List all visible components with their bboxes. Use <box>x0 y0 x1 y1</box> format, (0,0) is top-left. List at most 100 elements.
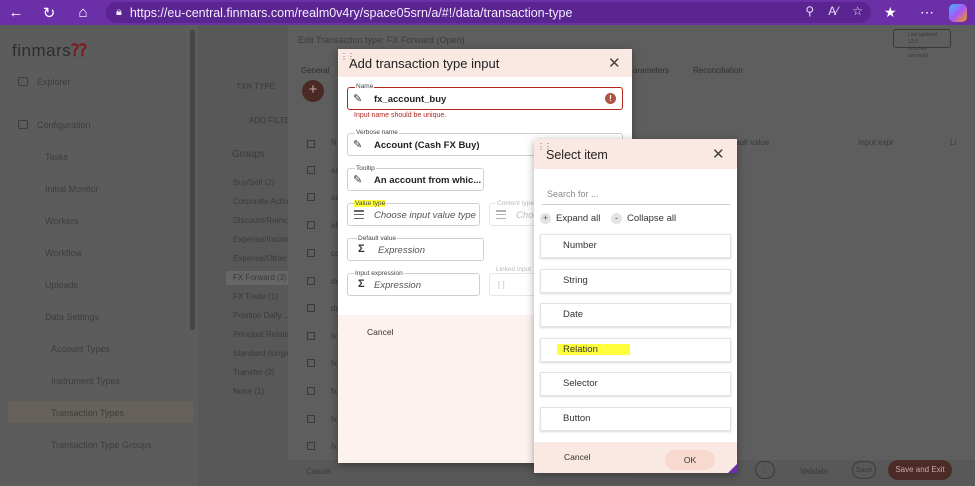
group-item[interactable]: Discount/Reinv... <box>233 216 293 225</box>
url-text: https://eu-central.finmars.com/realm0v4r… <box>129 5 573 20</box>
list-item-number[interactable]: Number <box>540 234 731 258</box>
row-checkbox[interactable] <box>307 277 315 285</box>
collapse-all-button[interactable]: - Collapse all <box>611 213 676 224</box>
explorer-icon <box>18 77 28 86</box>
group-item[interactable]: Buy/Sell (2) <box>233 178 274 187</box>
list-item-relation[interactable]: Relation <box>540 338 731 362</box>
sidebar-item-account-types[interactable]: Account Types <box>51 344 110 354</box>
input-expression-placeholder[interactable]: Expression <box>374 280 421 291</box>
save-button[interactable]: Save <box>852 461 876 479</box>
select-all-checkbox[interactable] <box>307 140 315 148</box>
row-checkbox[interactable] <box>307 442 315 450</box>
home-icon[interactable]: ⌂ <box>70 0 96 25</box>
row-checkbox[interactable] <box>307 304 315 312</box>
list-item-label: Selector <box>563 378 598 389</box>
group-item[interactable]: None (1) <box>233 387 264 396</box>
tab-parameters[interactable]: arameters <box>633 66 669 75</box>
group-item[interactable]: FX Forward (3) <box>233 273 287 282</box>
input-expression-label: Input expression <box>354 270 404 277</box>
list-item-date[interactable]: Date <box>540 303 731 327</box>
save-and-exit-button[interactable]: Save and Exit <box>888 460 952 480</box>
sidebar-item-configuration[interactable]: Configuration <box>37 120 91 130</box>
tab-reconciliation[interactable]: Reconciliation <box>693 66 743 75</box>
back-icon[interactable]: ← <box>3 0 29 25</box>
row-checkbox[interactable] <box>307 221 315 229</box>
name-value[interactable]: fx_account_buy <box>374 94 446 105</box>
read-aloud-icon[interactable]: A⁄ <box>828 4 838 18</box>
expand-all-label: Expand all <box>556 213 601 224</box>
favorite-star-icon[interactable]: ☆ <box>852 4 863 18</box>
sidebar-item-transaction-types[interactable]: Transaction Types <box>51 408 124 418</box>
pencil-icon: ✎ <box>353 139 363 151</box>
sidebar-item-workflow[interactable]: Workflow <box>45 248 82 258</box>
dialog-footer: Cancel OK <box>534 442 737 473</box>
zoom-icon[interactable]: ⚲ <box>805 4 814 18</box>
tooltip-value[interactable]: An account from whic... <box>374 175 481 186</box>
footer-cancel-button[interactable]: Cancel <box>306 467 331 476</box>
pencil-icon: ✎ <box>353 93 363 105</box>
expand-all-button[interactable]: + Expand all <box>540 213 600 224</box>
value-type-placeholder[interactable]: Choose input value type <box>374 210 476 221</box>
tooltip-label: Tooltip <box>355 165 376 172</box>
list-item-string[interactable]: String <box>540 269 731 293</box>
group-item[interactable]: Expense/Other... <box>233 254 293 263</box>
row-checkbox[interactable] <box>307 359 315 367</box>
sigma-icon: Σ <box>358 243 365 255</box>
list-item-selector[interactable]: Selector <box>540 372 731 396</box>
row-checkbox[interactable] <box>307 332 315 340</box>
sidebar-item-uploads[interactable]: Uploads <box>45 280 78 290</box>
dialog-cancel-button[interactable]: Cancel <box>367 327 393 337</box>
row-label: fx <box>331 442 338 451</box>
row-checkbox[interactable] <box>307 387 315 395</box>
group-item[interactable]: FX Trade (1) <box>233 292 278 301</box>
group-item[interactable]: Transfer (2) <box>233 368 275 377</box>
add-fab-button[interactable]: + <box>302 80 324 102</box>
row-checkbox[interactable] <box>307 166 315 174</box>
last-updated-relative: (in a few seconds) <box>908 46 929 59</box>
search-input[interactable]: Search for ... <box>542 181 730 205</box>
verbose-name-label: Verbose name <box>355 129 399 136</box>
configuration-icon <box>18 120 28 129</box>
copilot-icon[interactable] <box>949 0 967 25</box>
default-value-placeholder[interactable]: Expression <box>378 245 425 256</box>
row-checkbox[interactable] <box>307 415 315 423</box>
column-header-name: N <box>331 138 337 147</box>
txn-type-dropdown[interactable]: TXN TYPE <box>236 82 275 91</box>
browser-toolbar: ← ↻ ⌂ 🔒︎ https://eu-central.finmars.com/… <box>0 0 975 25</box>
close-icon[interactable]: ✕ <box>712 147 725 162</box>
sidebar-item-data-settings[interactable]: Data Settings <box>45 312 99 322</box>
select-cancel-button[interactable]: Cancel <box>564 452 590 462</box>
sidebar-scrollbar[interactable] <box>190 30 195 330</box>
add-filter-button[interactable]: ADD FILTE <box>249 116 289 125</box>
content-type-label: Content type <box>496 200 535 207</box>
edit-title: Edit Transaction type: FX Forward (Open) <box>298 35 465 45</box>
list-item-label: Button <box>563 413 591 424</box>
close-icon[interactable]: ✕ <box>608 56 621 71</box>
list-item-label: Number <box>563 240 597 251</box>
brand-logo: finmars⁇ <box>12 41 88 60</box>
more-menu-icon[interactable]: ⋯ <box>920 0 934 25</box>
more-options-icon[interactable]: ⋮ <box>755 461 775 479</box>
row-checkbox[interactable] <box>307 193 315 201</box>
sidebar-item-initial-monitor[interactable]: Initial Monitor <box>45 184 99 194</box>
sidebar-item-instrument-types[interactable]: Instrument Types <box>51 376 120 386</box>
pencil-icon: ✎ <box>353 174 363 186</box>
resize-handle[interactable] <box>728 464 737 473</box>
sidebar-item-transaction-type-groups[interactable]: Transaction Type Groups <box>51 440 152 450</box>
list-item-button[interactable]: Button <box>540 407 731 431</box>
list-icon <box>496 210 506 221</box>
list-item-label: Date <box>563 309 584 320</box>
group-item[interactable]: Position Daily... <box>233 311 288 320</box>
verbose-name-value[interactable]: Account (Cash FX Buy) <box>374 140 480 151</box>
reload-icon[interactable]: ↻ <box>36 0 62 25</box>
address-bar[interactable]: 🔒︎ https://eu-central.finmars.com/realm0… <box>106 2 871 23</box>
sidebar-item-workers[interactable]: Workers <box>45 216 78 226</box>
sidebar-item-explorer[interactable]: Explorer <box>37 77 71 87</box>
row-checkbox[interactable] <box>307 249 315 257</box>
error-icon: ! <box>605 93 616 104</box>
favorites-icon[interactable]: ★ <box>884 0 897 25</box>
tab-general[interactable]: General <box>301 66 329 75</box>
ok-button[interactable]: OK <box>665 450 715 470</box>
sidebar-item-tasks[interactable]: Tasks <box>45 152 68 162</box>
validate-button[interactable]: Validate <box>800 467 828 476</box>
